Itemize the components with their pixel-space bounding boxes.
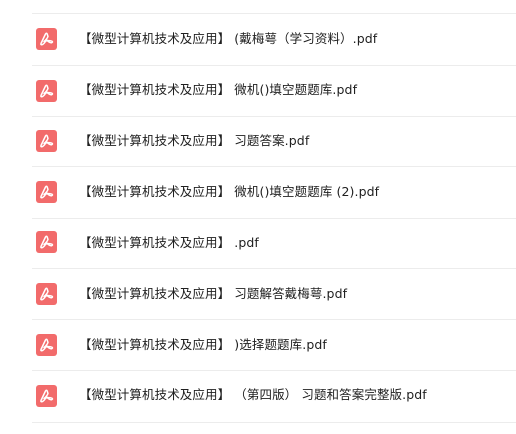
- file-name[interactable]: 【微型计算机技术及应用】 .pdf: [79, 235, 259, 251]
- file-row[interactable]: 【微型计算机技术及应用】 )选择题题库.pdf: [0, 320, 516, 371]
- file-name[interactable]: 【微型计算机技术及应用】 微机()填空题题库.pdf: [79, 82, 357, 98]
- file-name[interactable]: 【微型计算机技术及应用】 习题解答戴梅萼.pdf: [79, 286, 347, 302]
- file-name[interactable]: 【微型计算机技术及应用】 (戴梅萼（学习资料）.pdf: [79, 31, 377, 47]
- file-row[interactable]: 【微型计算机技术及应用】 微机()填空题题库.pdf: [0, 66, 516, 117]
- row-divider: [32, 422, 516, 423]
- file-row[interactable]: 【微型计算机技术及应用】 （第四版） 习题和答案完整版.pdf: [0, 371, 516, 422]
- file-name[interactable]: 【微型计算机技术及应用】 )选择题题库.pdf: [79, 337, 327, 353]
- file-row[interactable]: 【微型计算机技术及应用】 习题答案.pdf: [0, 117, 516, 168]
- pdf-icon: [36, 231, 57, 253]
- file-name[interactable]: 【微型计算机技术及应用】 习题答案.pdf: [79, 133, 309, 149]
- pdf-icon: [36, 80, 57, 102]
- file-list: 【微型计算机技术及应用】 (戴梅萼（学习资料）.pdf 【微型计算机技术及应用】…: [0, 0, 516, 434]
- pdf-icon: [36, 283, 57, 305]
- pdf-icon: [36, 130, 57, 152]
- pdf-icon: [36, 334, 57, 356]
- file-row[interactable]: 【微型计算机技术及应用】 .pdf: [0, 219, 516, 270]
- file-name[interactable]: 【微型计算机技术及应用】 微机()填空题题库 (2).pdf: [79, 184, 379, 200]
- pdf-icon: [36, 28, 57, 50]
- file-row[interactable]: 【微型计算机技术及应用】 微机()填空题题库 (2).pdf: [0, 167, 516, 218]
- pdf-icon: [36, 181, 57, 203]
- pdf-icon: [36, 385, 57, 407]
- file-row[interactable]: 【微型计算机技术及应用】 (戴梅萼（学习资料）.pdf: [0, 14, 516, 65]
- file-row[interactable]: 【微型计算机技术及应用】 习题解答戴梅萼.pdf: [0, 269, 516, 320]
- file-name[interactable]: 【微型计算机技术及应用】 （第四版） 习题和答案完整版.pdf: [79, 387, 427, 403]
